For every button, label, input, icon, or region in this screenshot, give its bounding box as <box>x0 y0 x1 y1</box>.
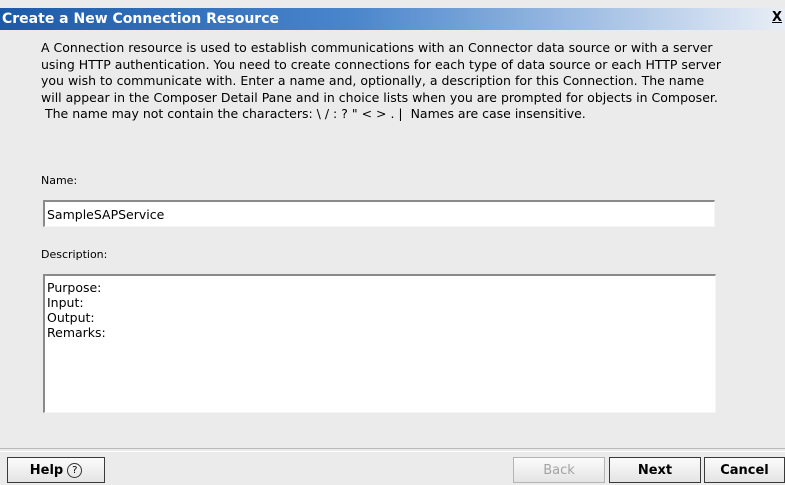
cancel-button[interactable]: Cancel <box>704 457 785 483</box>
cancel-button-label: Cancel <box>720 462 769 478</box>
intro-line: using HTTP authentication. You need to c… <box>41 56 721 72</box>
title-bar[interactable]: Create a New Connection Resource X <box>0 8 785 30</box>
help-icon: ? <box>67 462 83 478</box>
description-textarea[interactable]: Purpose: Input: Output: Remarks: <box>43 274 716 413</box>
back-button-label: Back <box>543 462 575 478</box>
intro-line: A Connection resource is used to establi… <box>41 40 713 55</box>
intro-text: A Connection resource is used to establi… <box>41 40 781 123</box>
back-button[interactable]: Back <box>513 457 605 483</box>
dialog-title: Create a New Connection Resource <box>2 11 279 27</box>
create-connection-dialog: Create a New Connection Resource X A Con… <box>0 0 785 485</box>
help-button-label: Help <box>29 462 64 478</box>
close-button[interactable]: X <box>769 9 785 27</box>
intro-line: you wish to communicate with. Enter a na… <box>41 73 705 88</box>
description-label: Description: <box>41 248 108 261</box>
button-separator <box>0 448 785 452</box>
name-label: Name: <box>41 174 78 187</box>
intro-line: The name may not contain the characters:… <box>41 106 586 121</box>
intro-line: will appear in the Composer Detail Pane … <box>41 89 718 105</box>
next-button-label: Next <box>637 462 673 478</box>
help-button[interactable]: Help ? <box>7 457 105 483</box>
next-button[interactable]: Next <box>609 457 701 483</box>
name-input[interactable] <box>43 200 715 227</box>
